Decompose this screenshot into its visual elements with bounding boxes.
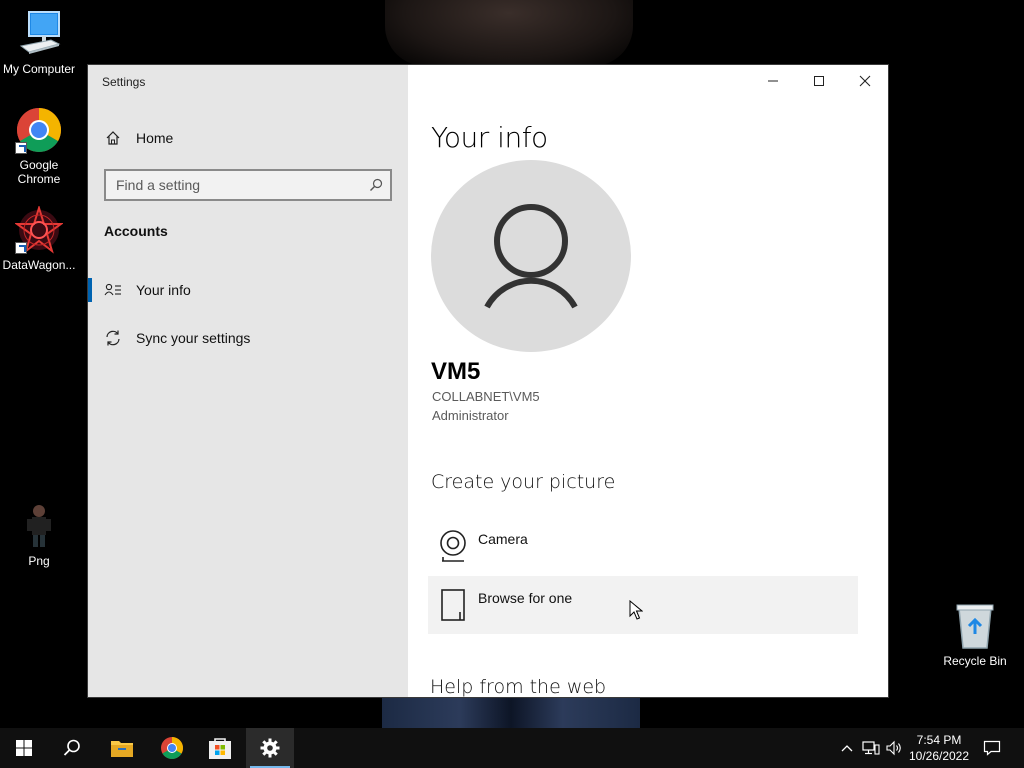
start-button[interactable] — [0, 728, 48, 768]
home-icon — [88, 130, 136, 146]
computer-icon — [15, 10, 63, 58]
window-title: Settings — [102, 75, 146, 89]
maximize-button[interactable] — [796, 65, 842, 97]
chrome-icon — [161, 737, 183, 759]
settings-window: Settings Home Accounts Your info Sync y — [88, 65, 888, 697]
browse-file-icon — [428, 576, 478, 634]
taskbar-settings[interactable] — [246, 728, 294, 768]
wallpaper-figure-head — [385, 0, 633, 66]
shortcut-arrow-icon — [15, 142, 27, 154]
sidebar-item-sync-settings[interactable]: Sync your settings — [88, 320, 408, 356]
desktop-icon-recycle-bin[interactable]: Recycle Bin — [935, 602, 1015, 668]
search-icon — [362, 178, 390, 192]
sync-icon — [88, 329, 136, 347]
person-list-icon — [88, 282, 136, 298]
camera-icon — [428, 517, 478, 575]
clock-time: 7:54 PM — [916, 733, 962, 747]
desktop-icon-label: Google Chrome — [17, 158, 61, 186]
tray-volume-button[interactable] — [884, 728, 904, 768]
desktop-icon-google-chrome[interactable]: Google Chrome — [0, 106, 79, 186]
chrome-icon — [15, 106, 63, 154]
minimize-button[interactable] — [750, 65, 796, 97]
sidebar-item-home[interactable]: Home — [88, 120, 408, 156]
option-label: Browse for one — [478, 590, 573, 606]
sidebar-item-label: Your info — [136, 282, 191, 298]
mouse-cursor-icon — [629, 600, 643, 620]
desktop-icon-datawagon[interactable]: DataWagon... — [0, 204, 79, 272]
minimize-icon — [768, 80, 778, 82]
sidebar-item-label: Home — [136, 130, 174, 146]
wallpaper-figure-legs — [382, 697, 640, 728]
desktop-icon-png[interactable]: Png — [0, 502, 79, 568]
close-icon — [859, 75, 871, 87]
desktop-icon-label: Recycle Bin — [943, 654, 1007, 668]
user-silhouette-icon — [484, 204, 578, 309]
datawagon-icon — [13, 204, 65, 254]
close-button[interactable] — [842, 65, 888, 97]
sidebar-item-your-info[interactable]: Your info — [88, 272, 408, 308]
image-file-icon — [15, 502, 63, 550]
search-box[interactable] — [104, 169, 392, 201]
user-account: COLLABNET\VM5 — [432, 389, 540, 404]
settings-sidebar: Settings Home Accounts Your info Sync y — [88, 65, 408, 697]
help-heading: Help from the web — [430, 676, 607, 697]
chevron-up-icon — [841, 745, 853, 752]
taskbar-file-explorer[interactable] — [98, 728, 146, 768]
desktop-icon-label: My Computer — [2, 62, 76, 76]
store-icon — [209, 738, 231, 759]
file-explorer-icon — [111, 741, 133, 757]
camera-option[interactable]: Camera — [428, 517, 858, 575]
desktop-icon-label: DataWagon... — [2, 258, 76, 272]
clock-date: 10/26/2022 — [908, 749, 970, 763]
sidebar-item-label: Sync your settings — [136, 330, 251, 346]
taskbar-clock[interactable]: 7:54 PM 10/26/2022 — [902, 728, 976, 768]
desktop-icon-my-computer[interactable]: My Computer — [0, 10, 79, 76]
shortcut-arrow-icon — [15, 242, 27, 254]
action-center-button[interactable] — [978, 728, 1006, 768]
user-role: Administrator — [432, 408, 509, 423]
start-icon — [16, 740, 32, 756]
maximize-icon — [814, 76, 824, 86]
section-title-accounts: Accounts — [104, 223, 168, 239]
settings-content: Your info VM5 COLLABNET\VM5 Administrato… — [408, 65, 888, 697]
volume-icon — [886, 740, 901, 756]
page-title: Your info — [431, 121, 548, 154]
avatar — [431, 160, 631, 352]
taskbar-search-button[interactable] — [48, 728, 96, 768]
tray-overflow-button[interactable] — [838, 728, 856, 768]
recycle-bin-icon — [951, 602, 999, 650]
user-name: VM5 — [431, 358, 481, 385]
option-label: Camera — [478, 531, 528, 547]
tray-network-button[interactable] — [860, 728, 882, 768]
search-icon — [63, 739, 80, 756]
search-input[interactable] — [106, 171, 362, 199]
taskbar-store[interactable] — [196, 728, 244, 768]
settings-gear-icon — [260, 738, 280, 758]
network-icon — [862, 741, 880, 755]
taskbar-chrome[interactable] — [148, 728, 196, 768]
create-picture-heading: Create your picture — [431, 471, 616, 493]
desktop-icon-label: Png — [28, 554, 50, 568]
taskbar: 7:54 PM 10/26/2022 — [0, 728, 1024, 768]
browse-option[interactable]: Browse for one — [428, 576, 858, 634]
notification-icon — [983, 740, 1001, 756]
